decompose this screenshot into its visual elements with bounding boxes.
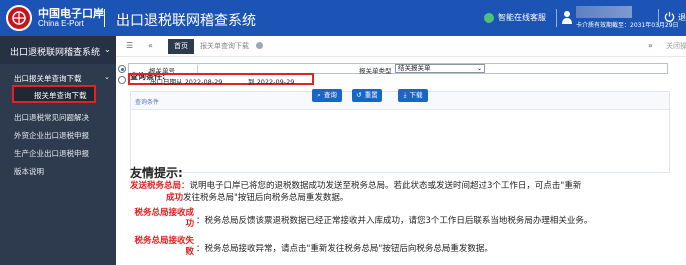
declaration-type-label: 报关单类型 bbox=[359, 67, 392, 75]
sidebar: 出口退税联网稽查系统 ⌄ 出口报关单查询下载 ⌄ 报关单查询下载 出口退税常见问… bbox=[0, 36, 116, 265]
chevron-down-icon: ⌄ bbox=[476, 65, 482, 72]
tip-text-failed: ：税务总局接收异常，请点击"重新发往税务总局"按钮后向税务总局重发数据。 bbox=[196, 244, 493, 254]
date-to-input[interactable]: 到 2022-09-29 bbox=[248, 76, 294, 86]
export-date-row: 出口日期 从 2022-08-29 到 2022-09-29 bbox=[128, 73, 314, 86]
search-button-label: 查询 bbox=[323, 91, 337, 99]
system-title: 出口退税联网稽查系统 bbox=[116, 13, 256, 29]
download-icon: ⤓ bbox=[403, 91, 407, 99]
chevron-down-icon: ⌄ bbox=[104, 73, 110, 81]
query-box-title: 查询条件 bbox=[135, 99, 160, 106]
tip-line-1: 发送税务总局：说明电子口岸已将您的退税数据成功发送至税务总局。若此状态或发送时间… bbox=[130, 180, 581, 192]
chat-icon[interactable] bbox=[484, 13, 494, 23]
reset-button-label: 重置 bbox=[364, 91, 378, 99]
sidebar-item-trade-export[interactable]: 外贸企业出口退税申报 bbox=[14, 130, 89, 141]
user-name-redacted bbox=[576, 6, 632, 18]
tip-text-received: ：税务总局反馈该票退税数据已经正常接收并入库成功，请您3个工作日后联系当地税务局… bbox=[196, 216, 593, 226]
tip-key-sent: 发送税务总局 bbox=[130, 181, 182, 191]
tab-declaration-download[interactable]: 报关单查询下载 bbox=[200, 41, 249, 51]
tip-key-failed: 税务总局接收失败 bbox=[134, 236, 194, 257]
chevron-down-icon: ⌄ bbox=[104, 45, 111, 54]
reset-icon: ↺ bbox=[356, 91, 362, 99]
radio-declaration-number[interactable] bbox=[118, 65, 126, 73]
tab-scroll-left-icon[interactable]: « bbox=[148, 41, 153, 50]
eport-logo bbox=[6, 5, 32, 31]
power-icon[interactable] bbox=[664, 11, 675, 22]
sidebar-group-declaration[interactable]: 出口报关单查询下载 bbox=[14, 73, 82, 84]
divider bbox=[556, 9, 557, 27]
tip-key-received: 税务总局接收成功 bbox=[134, 208, 194, 229]
online-service-link[interactable]: 智能在线客服 bbox=[498, 12, 546, 23]
radio-export-date[interactable] bbox=[118, 76, 126, 84]
search-icon: ⌕ bbox=[317, 91, 321, 99]
logout-button[interactable]: 退出 bbox=[678, 12, 686, 23]
query-box: 查询条件 bbox=[130, 91, 670, 173]
tab-home[interactable]: 首页 bbox=[168, 39, 194, 54]
date-from-input[interactable]: 从 2022-08-29 bbox=[176, 76, 222, 86]
tip-line-1b: 成功发往税务总局"按钮后向税务总局重发数据。 bbox=[166, 192, 348, 204]
divider bbox=[104, 9, 105, 27]
download-button[interactable]: ⤓ 下载 bbox=[398, 89, 428, 102]
close-operations-button[interactable]: 关闭操作 bbox=[666, 41, 686, 51]
close-icon[interactable] bbox=[256, 42, 263, 49]
tip-key-sent-2: 成功 bbox=[166, 193, 184, 203]
top-bar: 中国电子口岸 China E-Port 出口退税联网稽查系统 智能在线客服 卡介… bbox=[0, 0, 686, 36]
tab-bar: ☰ « 首页 报关单查询下载 » 关闭操作 bbox=[116, 36, 686, 57]
declaration-type-value: 结关报关单 bbox=[398, 64, 431, 72]
sidebar-item-version[interactable]: 版本说明 bbox=[14, 166, 44, 177]
sidebar-item-faq[interactable]: 出口退税常见问题解决 bbox=[14, 112, 89, 123]
sidebar-item-declaration-download[interactable]: 报关单查询下载 bbox=[12, 85, 96, 103]
brand-name-en: China E-Port bbox=[38, 19, 84, 28]
tip-text-sent: ：说明电子口岸已将您的退税数据成功发送至税务总局。若此状态或发送时间超过3个工作… bbox=[181, 181, 582, 191]
declaration-number-input[interactable] bbox=[197, 65, 341, 73]
menu-icon[interactable]: ☰ bbox=[126, 41, 133, 50]
sidebar-item-production-export[interactable]: 生产企业出口退税申报 bbox=[14, 148, 89, 159]
download-button-label: 下载 bbox=[409, 91, 423, 99]
tips-title: 友情提示: bbox=[130, 166, 183, 180]
reset-button[interactable]: ↺ 重置 bbox=[352, 89, 382, 102]
declaration-type-select[interactable]: 结关报关单 ⌄ bbox=[395, 64, 485, 73]
sidebar-header[interactable]: 出口退税联网稽查系统 ⌄ bbox=[0, 36, 116, 64]
export-date-label: 出口日期 bbox=[150, 78, 176, 86]
tab-scroll-right-icon[interactable]: » bbox=[648, 41, 653, 50]
divider bbox=[658, 9, 659, 27]
user-icon bbox=[562, 11, 572, 24]
search-button[interactable]: ⌕ 查询 bbox=[312, 89, 342, 102]
sidebar-header-label: 出口退税联网稽查系统 bbox=[10, 48, 101, 58]
sidebar-item-label: 报关单查询下载 bbox=[34, 91, 87, 100]
tip-text-sent-2: 发往税务总局"按钮后向税务总局重发数据。 bbox=[183, 193, 349, 203]
